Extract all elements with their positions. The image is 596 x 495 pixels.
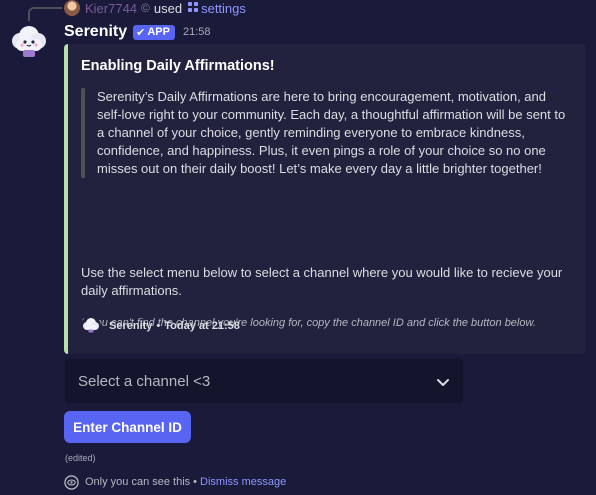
- app-badge-label: APP: [147, 26, 170, 38]
- channel-select-placeholder: Select a channel <3: [78, 372, 211, 390]
- enter-channel-id-button[interactable]: Enter Channel ID: [64, 411, 191, 443]
- check-icon: ✔: [136, 26, 146, 39]
- eye-icon: [64, 474, 79, 490]
- embed-quote: Serenity’s Daily Affirmations are here t…: [81, 88, 576, 178]
- reply-username[interactable]: Kier7744: [85, 1, 137, 16]
- reply-context[interactable]: Kier7744 © used settings: [64, 0, 246, 16]
- reply-action: used: [153, 0, 183, 16]
- ephemeral-text: Only you can see this: [85, 476, 191, 488]
- reply-spine: [28, 7, 62, 21]
- bot-avatar[interactable]: [8, 22, 50, 64]
- footer-name: Serenity: [109, 320, 153, 332]
- app-badge: ✔ APP: [133, 24, 175, 40]
- channel-select[interactable]: Select a channel <3: [64, 358, 464, 404]
- ephemeral-separator: •: [193, 476, 198, 488]
- chevron-down-icon: [437, 379, 449, 386]
- dismiss-message-link[interactable]: Dismiss message: [200, 476, 286, 488]
- footer-separator: •: [156, 320, 161, 332]
- embed-title: Enabling Daily Affirmations!: [81, 58, 275, 74]
- bot-name[interactable]: Serenity: [64, 23, 127, 41]
- embed-description: Use the select menu below to select a ch…: [81, 265, 563, 298]
- footer-timestamp: Today at 21:58: [164, 320, 240, 332]
- slash-command-icon: [188, 1, 199, 15]
- message-timestamp: 21:58: [182, 26, 211, 38]
- reply-command-name[interactable]: settings: [201, 1, 246, 16]
- embed-footer: Serenity • Today at 21:58: [81, 316, 240, 336]
- message-header: Serenity ✔ APP 21:58: [64, 21, 211, 43]
- reply-user-avatar[interactable]: [64, 0, 80, 16]
- footer-avatar-icon: [81, 316, 101, 336]
- reply-separator: ©: [141, 1, 150, 15]
- edited-label: (edited): [65, 453, 96, 463]
- ephemeral-notice: Only you can see this • Dismiss message: [64, 474, 286, 490]
- embed: Enabling Daily Affirmations! Serenity’s …: [64, 44, 586, 354]
